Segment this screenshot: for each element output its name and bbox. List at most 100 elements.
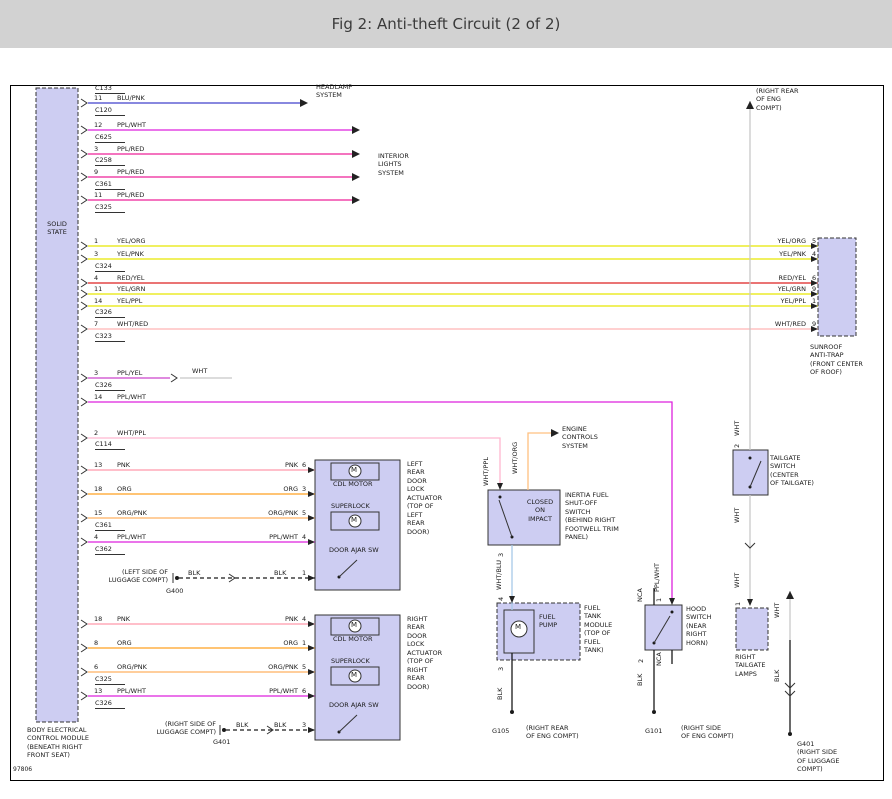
wire-name: PPL/RED (117, 191, 144, 199)
cdl-motor-label: CDL MOTOR (333, 635, 373, 643)
wire-pin: 13 (94, 461, 102, 469)
inertia-inside-label: CLOSED ON IMPACT (522, 498, 558, 523)
vertical-wire-pin: 1 (734, 602, 742, 606)
ground-id: G400 (166, 587, 183, 595)
wire-name-right: PNK (254, 461, 298, 469)
connector-label: C361 (95, 181, 125, 190)
wire-name: BLK (274, 721, 286, 729)
vertical-wire-pin: 4 (497, 597, 505, 601)
wire-name-right: YEL/PNK (760, 250, 806, 258)
wire-pin: 14 (94, 297, 102, 305)
wire-pin: 8 (94, 639, 98, 647)
connector-label: C323 (95, 333, 125, 342)
module-state-label: SOLID STATE (42, 220, 72, 237)
wire-pin: 13 (94, 687, 102, 695)
vertical-wire-name: WHT/BLU (495, 560, 503, 590)
connector-label: C362 (95, 546, 125, 555)
wire-pin: 11 (94, 191, 102, 199)
wire-name: PPL/WHT (117, 533, 146, 541)
superlock-label: SUPERLOCK (331, 657, 370, 665)
fuel-tank-module-label: FUEL TANK MODULE (TOP OF FUEL TANK) (584, 604, 612, 655)
inertia-switch-label: INERTIA FUEL SHUT-OFF SWITCH (BEHIND RIG… (565, 491, 619, 542)
g401-left-ground-dot (222, 728, 226, 732)
wire-pin-right: 1 (302, 569, 306, 577)
headlamp-system-label: HEADLAMP SYSTEM (316, 83, 352, 100)
wire-name: PPL/RED (117, 145, 144, 153)
wire-pin-right: 5 (812, 237, 816, 245)
top-right-location: (RIGHT REAR OF ENG COMPT) (756, 87, 799, 112)
vertical-wire-name: WHT/ORG (511, 442, 519, 474)
tailgate-contact-dot (749, 457, 752, 460)
module-name-label: BODY ELECTRICAL CONTROL MODULE (BENEATH … (27, 726, 117, 760)
connector-label: C625 (95, 134, 125, 143)
motor-letter: M (351, 621, 357, 630)
wire-pin: 14 (94, 393, 102, 401)
wire-pin-right: 5 (302, 509, 306, 517)
wire-name: YEL/PNK (117, 250, 144, 258)
vertical-nca-label: NCA (655, 652, 663, 666)
connector-label: C326 (95, 309, 125, 318)
wire-name-right: YEL/ORG (760, 237, 806, 245)
vertical-wire-name: WHT (773, 603, 781, 618)
wire-pin: 7 (94, 320, 98, 328)
wiring-diagram-page: Fig 2: Anti-theft Circuit (2 of 2) (0, 0, 892, 799)
connector-label: C114 (95, 441, 125, 450)
hood-switch-label: HOOD SWITCH (NEAR RIGHT HORN) (686, 605, 712, 647)
vertical-wire-name: WHT (733, 508, 741, 523)
wire-name: YEL/GRN (117, 285, 145, 293)
wire-pin: 2 (94, 429, 98, 437)
fuel-tank-module-box (497, 603, 580, 660)
g400-ground-dot (175, 576, 179, 580)
vertical-wire-name: WHT/PPL (482, 457, 490, 486)
vertical-wire-name: BLK (636, 674, 644, 686)
ground-location: (LEFT SIDE OF LUGGAGE COMPT) (96, 568, 168, 585)
wire-name: YEL/ORG (117, 237, 146, 245)
wire-wht-org-engine (528, 433, 551, 490)
connector-label: C325 (95, 676, 125, 685)
wire-pin: 3 (94, 145, 98, 153)
wire-name: PNK (117, 615, 130, 623)
tailgate-switch-label: TAILGATE SWITCH (CENTER OF TAILGATE) (770, 454, 814, 488)
wire-pin: 11 (94, 285, 102, 293)
wire-name-right: YEL/PPL (760, 297, 806, 305)
connector-label: C133 (95, 85, 125, 94)
tailgate-lamps-label: RIGHT TAILGATE LAMPS (735, 653, 766, 678)
connector-label: C361 (95, 522, 125, 531)
ground-symbols (173, 573, 792, 736)
wire-pin-right: 9 (812, 285, 816, 293)
wire-name: BLK (274, 569, 286, 577)
sunroof-label: SUNROOF ANTI-TRAP (FRONT CENTER OF ROOF) (810, 343, 863, 377)
vertical-wire-name: WHT (733, 421, 741, 436)
vertical-wire-pin: 3 (497, 553, 505, 557)
vertical-wire-pin: 1 (655, 598, 663, 602)
door-ajar-label: DOOR AJAR SW (329, 701, 379, 709)
wire-name: BLK (188, 569, 200, 577)
vertical-wire-name: PPL/WHT (653, 563, 661, 592)
motor-letter: M (351, 671, 357, 680)
wire-pin-right: 5 (302, 663, 306, 671)
connector-label: C258 (95, 157, 125, 166)
wire-pin-right: 4 (302, 615, 306, 623)
wire-pin: 15 (94, 509, 102, 517)
motor-letter: M (351, 516, 357, 525)
wire-pin-right: 6 (302, 461, 306, 469)
wire-pin: 1 (94, 237, 98, 245)
wire-name: ORG (117, 485, 132, 493)
wire-pin: 9 (94, 168, 98, 176)
wire-pin: 18 (94, 615, 102, 623)
wire-pin: 18 (94, 485, 102, 493)
connector-label: C326 (95, 700, 125, 709)
sunroof-anti-trap-box (818, 238, 856, 336)
ground-location: G401 (RIGHT SIDE OF LUGGAGE COMPT) (797, 740, 840, 774)
connector-label: C326 (95, 382, 125, 391)
inertia-contact-dot (499, 496, 502, 499)
wire-name: PPL/RED (117, 168, 144, 176)
wire-pin-right: 6 (812, 274, 816, 282)
wire-pin: 4 (94, 274, 98, 282)
connector-label: C324 (95, 263, 125, 272)
g401-right-ground-dot (788, 732, 792, 736)
ground-id: G401 (213, 738, 230, 746)
wire-pin-right: 1 (302, 639, 306, 647)
ground-location: (RIGHT SIDE OF LUGGAGE COMPT) (142, 720, 216, 737)
g105-ground-dot (510, 710, 514, 714)
